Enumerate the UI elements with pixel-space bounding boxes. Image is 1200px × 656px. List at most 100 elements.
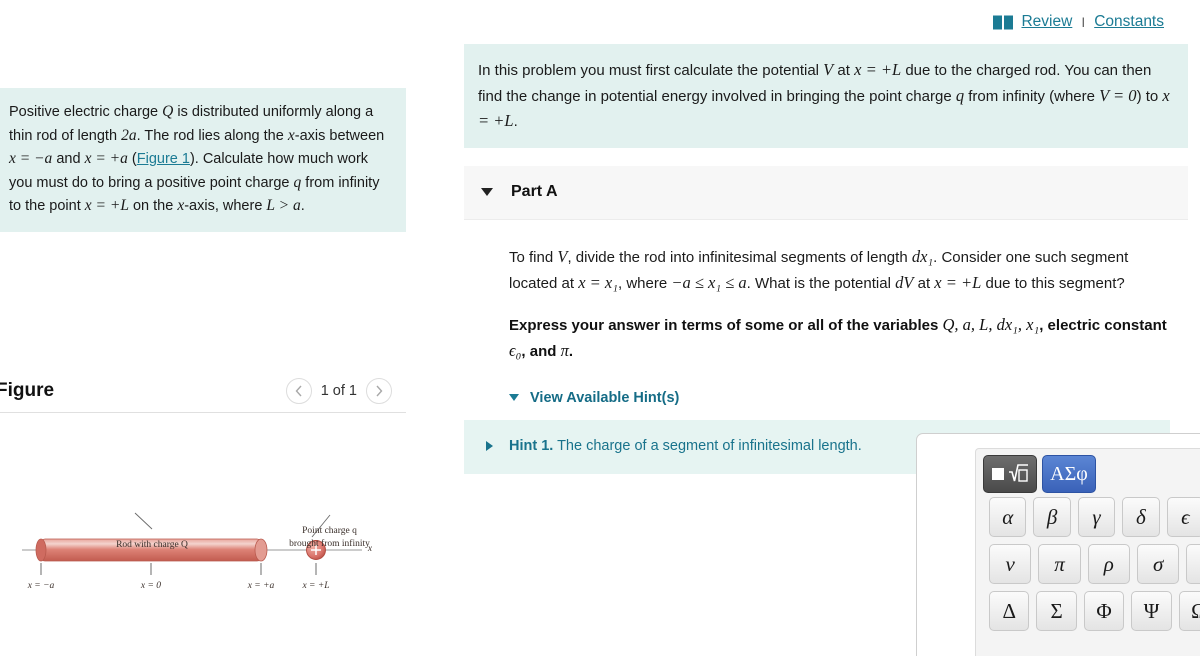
problem-text-seg10: -axis, where [184,198,267,215]
view-hints-label: View Available Hint(s) [530,389,680,406]
tick-label-1: x = 0 [140,581,162,591]
q-seg5: . What is the potential [746,274,896,292]
figure-navigation: 1 of 1 [285,378,406,404]
intro-var-q: q [955,85,965,105]
problem-text-seg5: and [52,151,85,168]
rod-charge-diagram-svg [22,512,362,575]
tick-label-3: x = +L [302,581,330,591]
key-capital-psi[interactable]: Ψ [1131,591,1172,631]
math-template-mode-button[interactable] [983,455,1037,493]
point-charge-caption-line1: Point charge q [302,526,357,536]
problem-text-seg3: . The rod lies along the [136,127,288,144]
key-beta[interactable]: β [1033,497,1071,537]
q-eq-x-eq-x1: x = x₁ [578,272,618,292]
figure-next-button[interactable] [366,378,392,404]
math-template-icon [992,464,1028,482]
key-rho[interactable]: ρ [1087,544,1130,584]
problem-text-seg9: on the [128,198,178,215]
constants-link[interactable]: Constants [1094,13,1164,31]
hint-content: Hint 1. The charge of a segment of infin… [509,438,862,454]
part-a-header[interactable]: Part A [464,165,1188,220]
intro-info-box: In this problem you must first calculate… [464,44,1188,148]
key-nu[interactable]: ν [989,544,1032,584]
key-delta[interactable]: δ [1122,497,1160,537]
intro-seg5: ) to [1136,87,1163,105]
chevron-left-icon [295,385,302,397]
q-var-dx1: dx₁ [911,246,934,266]
equation-L-gt-a: L > a [266,197,301,215]
left-pane: Positive electric charge Q is distribute… [0,0,419,656]
intro-seg6: . [513,113,518,131]
review-link[interactable]: Review [1021,13,1072,31]
q-var-dV: dV [895,272,914,292]
intro-eq-V-zero: V = 0 [1099,85,1137,105]
var-x-axis: x [287,126,295,144]
figure-panel-title: Figure [0,380,55,401]
figure-prev-button[interactable] [285,378,312,404]
problem-statement-box: Positive electric charge Q is distribute… [0,88,406,232]
key-capital-omega[interactable]: Ω [1178,591,1200,631]
rod-caption: Rod with charge Q [116,540,188,550]
axis-label-x: x [367,544,373,554]
caret-right-icon [486,440,493,451]
open-book-icon [993,15,1014,30]
var-Q: Q [162,103,174,120]
key-gamma[interactable]: γ [1077,497,1116,537]
hint-number: Hint 1. [509,437,554,454]
equation-x-minus-a: x = −a [9,150,53,168]
caret-down-icon [481,188,493,197]
key-epsilon[interactable]: ϵ [1166,497,1200,537]
intro-seg1: In this problem you must first calculate… [478,62,824,79]
instr-epsilon-zero: ϵ₀ [509,340,522,360]
instr-seg4: . [568,342,574,360]
key-sigma[interactable]: σ [1136,544,1180,584]
page-root: Positive electric charge Q is distribute… [0,0,1200,656]
keypad-row-3: Δ Σ Φ Ψ Ω ℏ ε [976,591,1200,631]
rod-length: 2a [121,126,137,144]
hint-description: The charge of a segment of infinitesimal… [553,437,862,454]
question-text: To find V, divide the rod into infinites… [509,244,1170,296]
tick-label-2: x = +a [247,581,275,591]
key-tau[interactable]: τ [1186,544,1200,584]
instr-seg3: , and [521,342,561,360]
figure-1-link[interactable]: Figure 1 [137,151,190,167]
problem-text-seg6: ( [127,151,137,168]
answer-input-card: ΑΣφ α β γ δ ϵ ν π ρ σ Δ Σ Φ Ψ Ω [916,433,1200,656]
greek-mode-button[interactable]: ΑΣφ [1042,455,1096,493]
q-seg6: at [913,274,935,292]
tick-label-0: x = −a [27,581,55,591]
q-seg4: , where [618,274,672,292]
key-alpha[interactable]: α [989,497,1027,537]
intro-seg2: at [833,62,855,79]
equation-x-plus-L: x = +L [84,197,129,215]
figure-diagram[interactable]: Rod with charge Q Point charge q brought… [0,413,406,656]
part-a-title: Part A [511,183,558,201]
problem-text-seg4: -axis between [294,127,385,144]
intro-seg4: from infinity (where [964,87,1100,105]
q-eq-x-plus-L: x = +L [934,272,982,292]
q-seg7: due to this segment? [981,274,1125,292]
problem-text-seg11: . [300,198,305,215]
keypad-mode-buttons: ΑΣφ [983,455,1096,493]
view-hints-toggle[interactable]: View Available Hint(s) [509,390,1170,406]
figure-header: Figure 1 of 1 [0,370,406,412]
instr-seg1: Express your answer in terms of some or … [509,316,943,334]
top-toolbar: Review I Constants [419,0,1200,44]
equation-x-plus-a: x = +a [84,150,128,168]
q-eq-range: −a ≤ x₁ ≤ a [671,272,747,292]
answer-instruction: Express your answer in terms of some or … [509,312,1170,364]
keypad-row-2: ν π ρ σ τ ϕ χ ψ ω [976,544,1200,584]
keypad-toolbar: ΑΣφ [976,449,1200,497]
math-keypad: ΑΣφ α β γ δ ϵ ν π ρ σ Δ Σ Φ Ψ Ω [975,448,1200,656]
key-capital-delta[interactable]: Δ [989,591,1030,631]
instr-seg2: , electric constant [1039,316,1167,334]
toolbar-separator: I [1081,14,1086,30]
intro-eq-x-plus-L: x = +L [854,60,902,79]
key-pi[interactable]: π [1038,544,1081,584]
q-seg2: , divide the rod into infinitesimal segm… [567,248,912,266]
right-pane: Review I Constants In this problem you m… [419,0,1200,656]
key-capital-phi[interactable]: Φ [1083,591,1125,631]
problem-text-seg1: Positive electric charge [9,104,163,120]
point-charge-caption-line2: brought from infinity [289,538,370,549]
key-capital-sigma[interactable]: Σ [1036,591,1077,631]
